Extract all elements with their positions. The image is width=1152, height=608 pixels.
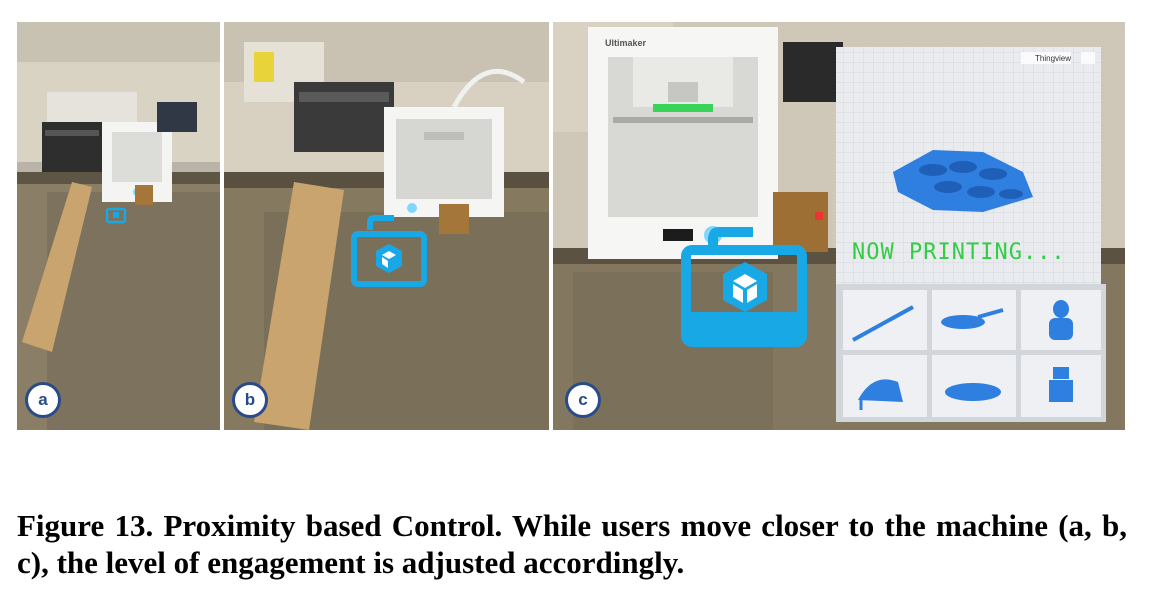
now-printing-status: NOW PRINTING... — [852, 240, 1066, 265]
photo-panel-b: b — [224, 22, 549, 430]
thumbnail-high-heel[interactable] — [843, 355, 927, 417]
panel-label-b: b — [232, 382, 268, 418]
printer-brand-label: Ultimaker — [605, 38, 647, 48]
thumbnail-bust[interactable] — [1021, 290, 1101, 350]
thumbnail-spaceship[interactable] — [932, 290, 1016, 350]
photo-panel-a: a — [17, 22, 220, 430]
thingview-panel[interactable] — [836, 47, 1106, 422]
panel-label-c: c — [565, 382, 601, 418]
panel-label-a: a — [25, 382, 61, 418]
thumbnail-sword[interactable] — [843, 290, 927, 350]
thumbnail-car[interactable] — [932, 355, 1016, 417]
office-scene-mid — [224, 22, 549, 430]
thumbnail-robot[interactable] — [1021, 355, 1101, 417]
thingview-label: Thingview — [1035, 54, 1072, 63]
office-scene-far — [17, 22, 220, 430]
photo-panel-c: Ultimaker Thingview NOW PRINTING... c — [553, 22, 1125, 430]
office-scene-near — [553, 22, 1125, 430]
figure-caption: Figure 13. Proximity based Control. Whil… — [17, 508, 1127, 580]
